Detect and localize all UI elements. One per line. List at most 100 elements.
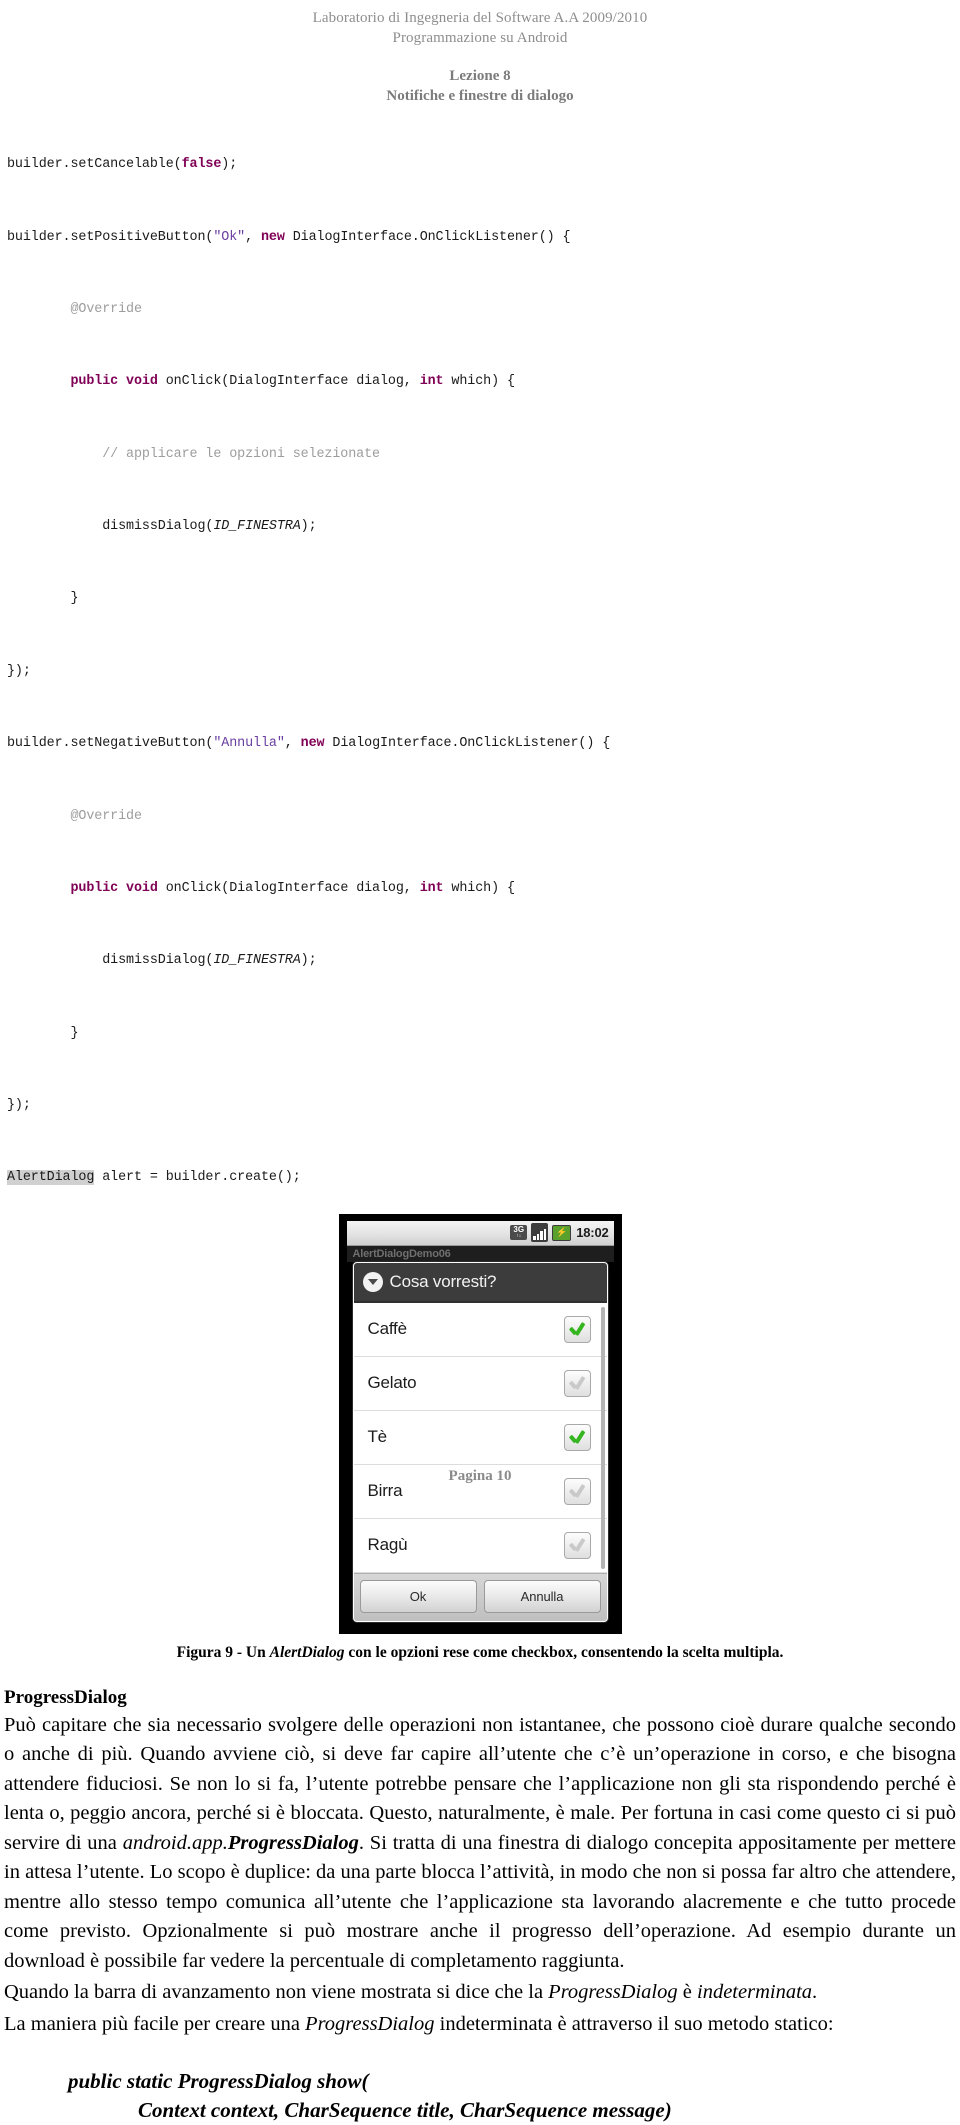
app-title-bar: AlertDialogDemo06 <box>346 1245 614 1262</box>
code-token: , <box>284 736 301 752</box>
code-line: @Override <box>7 808 960 826</box>
checkbox-gelato[interactable] <box>563 1369 591 1397</box>
code-identifier: ID_FINESTRA <box>213 519 301 535</box>
code-listing: builder.setCancelable(false); builder.se… <box>0 120 960 1206</box>
option-label: Tè <box>367 1427 388 1447</box>
code-highlighted-type: AlertDialog <box>7 1170 95 1186</box>
signature-line-2: Context context, CharSequence title, Cha… <box>138 2098 672 2123</box>
dialog-title: Cosa vorresti? <box>389 1271 497 1291</box>
code-identifier: ID_FINESTRA <box>213 953 301 969</box>
list-item[interactable]: Gelato <box>353 1357 607 1411</box>
code-token: which) { <box>443 374 515 390</box>
android-status-bar: 3G ↑↓ ⚡ 18:02 <box>346 1220 614 1246</box>
caption-emphasis: AlertDialog <box>269 1643 345 1661</box>
code-token: , <box>245 229 261 245</box>
figure-9: 3G ↑↓ ⚡ 18:02 AlertDialogDemo06 Cosa vor… <box>0 1213 960 1634</box>
circle-down-arrow-icon <box>362 1271 383 1292</box>
code-keyword: public void <box>70 880 158 896</box>
code-token: builder.setPositiveButton( <box>7 229 214 245</box>
paragraph-metodo-statico: La maniera più facile per creare una Pro… <box>4 2010 956 2040</box>
paragraph-text: indeterminata è attraverso il suo metodo… <box>434 2012 834 2035</box>
code-comment: // applicare le opzioni selezionate <box>102 446 380 462</box>
code-string: "Annulla" <box>213 736 285 752</box>
code-keyword: int <box>419 880 444 896</box>
code-line: public void onClick(DialogInterface dial… <box>7 880 960 898</box>
list-scrollbar[interactable] <box>600 1306 605 1569</box>
code-token: }); <box>7 1098 31 1114</box>
signature-line-1: public static ProgressDialog show( <box>68 2069 369 2094</box>
code-token: dismissDialog( <box>102 953 214 969</box>
code-line: public void onClick(DialogInterface dial… <box>7 373 960 391</box>
caption-pre: Figura 9 - Un <box>176 1643 270 1661</box>
page-footer: Pagina 10 <box>448 1468 512 1484</box>
code-token: alert = builder.create(); <box>94 1170 301 1186</box>
code-token: dismissDialog( <box>102 519 214 535</box>
code-token: } <box>70 591 79 607</box>
code-token: ); <box>221 157 238 173</box>
code-line: builder.setNegativeButton("Annulla", new… <box>7 735 960 753</box>
android-device-screenshot: 3G ↑↓ ⚡ 18:02 AlertDialogDemo06 Cosa vor… <box>338 1213 622 1634</box>
cancel-button[interactable]: Annulla <box>483 1579 601 1613</box>
code-line: }); <box>7 1097 960 1115</box>
code-keyword: public void <box>70 374 158 390</box>
lesson-number: Lezione 8 <box>449 68 511 84</box>
code-line: @Override <box>7 301 960 319</box>
code-token: onClick(DialogInterface dialog, <box>157 374 420 390</box>
code-keyword: new <box>300 736 325 752</box>
battery-icon: ⚡ <box>552 1224 572 1241</box>
code-token: DialogInterface.OnClickListener() { <box>324 736 611 752</box>
checkbox-te[interactable] <box>563 1423 591 1451</box>
term-emphasis: indeterminata <box>697 1981 813 2004</box>
code-line: } <box>7 1025 960 1043</box>
signal-strength-icon <box>531 1223 549 1243</box>
class-name-emphasis: ProgressDialog <box>227 1831 359 1854</box>
section-heading: ProgressDialog <box>4 1686 127 1708</box>
status-icons: 3G ↑↓ ⚡ <box>510 1223 572 1243</box>
code-token: ); <box>300 519 317 535</box>
network-3g-icon: 3G ↑↓ <box>510 1225 528 1241</box>
code-token: ); <box>300 953 317 969</box>
code-token: which) { <box>443 880 515 896</box>
code-token: DialogInterface.OnClickListener() { <box>284 229 571 245</box>
lesson-subtitle: Notifiche e finestre di dialogo <box>386 88 574 104</box>
paragraph-text: La maniera più facile per creare una <box>4 2012 306 2035</box>
dialog-option-list: Caffè Gelato Tè Birra Ragù <box>353 1302 607 1573</box>
class-name-emphasis: ProgressDialog <box>548 1981 678 2004</box>
dialog-title-bar: Cosa vorresti? <box>353 1262 607 1303</box>
code-annotation: @Override <box>70 301 143 317</box>
battery-glyph: ⚡ <box>556 1227 568 1238</box>
package-name-emphasis: android.app. <box>122 1831 228 1854</box>
option-label: Ragù <box>367 1535 408 1555</box>
document-header: Laboratorio di Ingegneria del Software A… <box>0 0 960 48</box>
code-token: builder.setNegativeButton( <box>7 736 214 752</box>
code-line: builder.setCancelable(false); <box>7 156 960 174</box>
code-string: "Ok" <box>213 229 246 245</box>
code-token: builder.setCancelable( <box>7 157 182 173</box>
code-token: onClick(DialogInterface dialog, <box>157 880 420 896</box>
code-token: } <box>70 1025 79 1041</box>
code-annotation: @Override <box>70 808 143 824</box>
dialog-button-bar: Ok Annulla <box>353 1572 607 1621</box>
code-keyword: new <box>260 229 285 245</box>
lesson-block: Lezione 8 Notifiche e finestre di dialog… <box>0 66 960 106</box>
checkbox-ragu[interactable] <box>563 1531 591 1559</box>
alert-dialog: Cosa vorresti? Caffè Gelato Tè Birra Rag… <box>352 1261 608 1622</box>
list-item[interactable]: Ragù <box>353 1519 607 1573</box>
paragraph-text: è <box>677 1981 697 2004</box>
class-name-emphasis: ProgressDialog <box>305 2012 435 2035</box>
ok-button[interactable]: Ok <box>359 1579 477 1613</box>
code-line: dismissDialog(ID_FINESTRA); <box>7 518 960 536</box>
course-title: Laboratorio di Ingegneria del Software A… <box>312 10 648 26</box>
status-clock: 18:02 <box>576 1225 609 1241</box>
paragraph-text: . <box>812 1981 818 2004</box>
course-topic: Programmazione su Android <box>392 30 568 46</box>
checkbox-caffe[interactable] <box>563 1315 591 1343</box>
caption-post: con le opzioni rese come checkbox, conse… <box>344 1643 784 1661</box>
option-label: Gelato <box>367 1373 417 1393</box>
paragraph-progressdialog-intro: Può capitare che sia necessario svolgere… <box>4 1711 956 1977</box>
code-token: }); <box>7 663 31 679</box>
list-item[interactable]: Caffè <box>353 1303 607 1357</box>
figure-caption: Figura 9 - Un AlertDialog con le opzioni… <box>0 1644 960 1662</box>
list-item[interactable]: Tè <box>353 1411 607 1465</box>
code-line: }); <box>7 663 960 681</box>
